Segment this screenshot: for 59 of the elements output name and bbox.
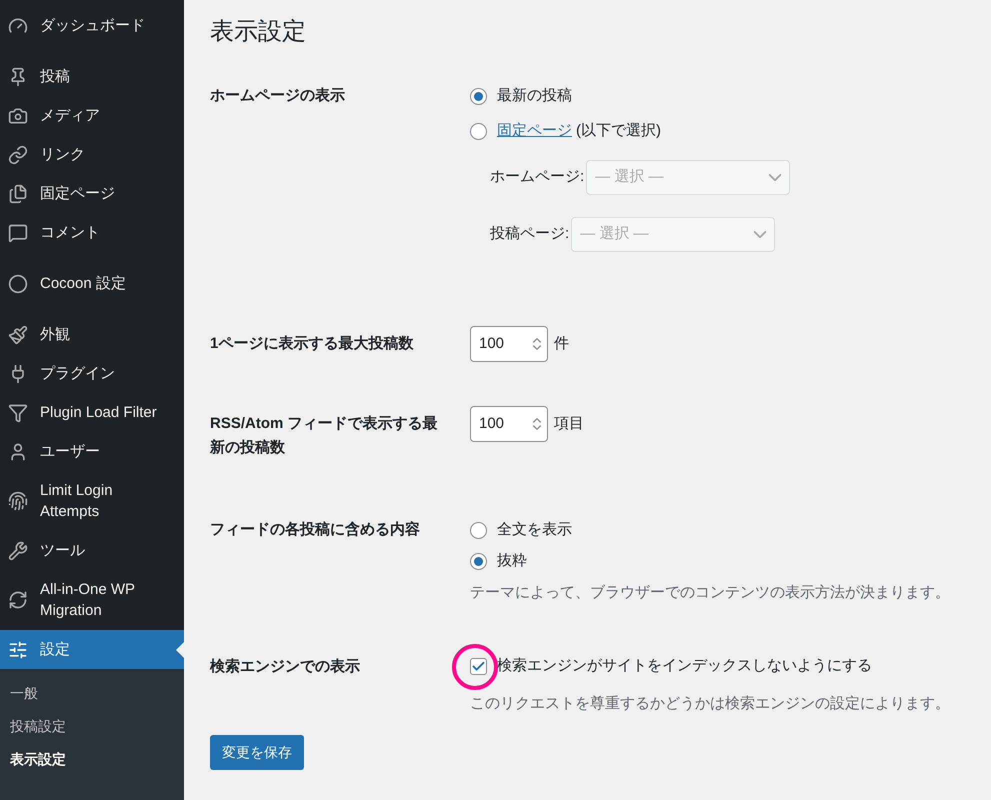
brush-icon bbox=[8, 324, 28, 344]
pages-link[interactable]: 固定ページ bbox=[497, 122, 572, 139]
submenu-item[interactable]: 投稿設定 bbox=[0, 710, 184, 743]
refresh-icon bbox=[8, 590, 28, 610]
menu-item[interactable]: ツール bbox=[0, 531, 184, 570]
setting-label: RSS/Atom フィードで表示する最新の投稿数 bbox=[210, 414, 439, 458]
menu-item[interactable]: 投稿 bbox=[0, 57, 184, 96]
unit-label: 件 bbox=[554, 334, 569, 354]
menu-item[interactable]: コメント bbox=[0, 213, 184, 252]
wrench-icon bbox=[8, 540, 28, 560]
page-title: 表示設定 bbox=[210, 17, 307, 47]
help-text: テーマによって、ブラウザーでのコンテンツの表示方法が決まります。 bbox=[470, 583, 950, 603]
setting-label: 1ページに表示する最大投稿数 bbox=[210, 334, 414, 354]
help-text: このリクエストを尊重するかどうかは検索エンジンの設定によります。 bbox=[470, 694, 950, 714]
menu-item[interactable]: リンク bbox=[0, 135, 184, 174]
radio-label: 抜粋 bbox=[497, 550, 527, 571]
menu-item[interactable]: ユーザー bbox=[0, 432, 184, 471]
number-input[interactable]: 100 bbox=[470, 406, 548, 442]
menu-item[interactable]: プラグイン bbox=[0, 354, 184, 393]
unit-label: 項目 bbox=[554, 414, 584, 434]
menu-item[interactable]: メディア bbox=[0, 96, 184, 135]
gauge-icon bbox=[8, 16, 28, 36]
setting-label: フィードの各投稿に含める内容 bbox=[210, 520, 421, 540]
pages-icon bbox=[8, 184, 28, 204]
chevron-icon bbox=[754, 231, 766, 238]
radio-label: 最新の投稿 bbox=[497, 86, 572, 106]
setting-label: ホームページの表示 bbox=[210, 86, 346, 106]
funnel-icon bbox=[8, 402, 28, 422]
submenu-item[interactable]: 一般 bbox=[0, 677, 184, 710]
menu-item[interactable]: All-in-One WP Migration bbox=[0, 570, 184, 630]
menu-item[interactable]: Cocoon 設定 bbox=[0, 264, 184, 303]
menu-item[interactable]: Plugin Load Filter bbox=[0, 393, 184, 432]
radio-button[interactable] bbox=[470, 552, 487, 570]
menu-item[interactable]: Limit Login Attempts bbox=[0, 471, 184, 531]
number-input[interactable]: 100 bbox=[470, 326, 548, 362]
pointer-icon bbox=[176, 642, 184, 658]
radio-button[interactable] bbox=[470, 88, 487, 104]
menu-item[interactable]: 設定 bbox=[0, 630, 184, 669]
circle-icon bbox=[8, 274, 28, 294]
speech-bubble-icon bbox=[8, 222, 28, 242]
radio-button[interactable] bbox=[470, 522, 487, 538]
checkbox[interactable] bbox=[470, 658, 487, 675]
menu-item[interactable]: 外観 bbox=[0, 315, 184, 354]
checkbox-label: 検索エンジンがサイトをインデックスしないようにする bbox=[497, 656, 872, 676]
setting-label: 検索エンジンでの表示 bbox=[210, 656, 361, 676]
submenu-item[interactable]: 表示設定 bbox=[0, 743, 184, 776]
sliders-icon bbox=[8, 640, 28, 660]
chevron-icon bbox=[769, 174, 782, 181]
radio-label: 固定ページ (以下で選択) bbox=[497, 120, 661, 141]
menu-item[interactable]: 固定ページ bbox=[0, 174, 184, 213]
radio-label: 全文を表示 bbox=[497, 520, 572, 540]
fingerprint-icon bbox=[8, 491, 28, 511]
select-label: 投稿ページ: bbox=[490, 224, 570, 244]
radio-button[interactable] bbox=[470, 122, 487, 140]
link-icon bbox=[8, 144, 28, 164]
save-button[interactable]: 変更を保存 bbox=[210, 735, 304, 770]
menu-item[interactable]: ダッシュボード bbox=[0, 6, 184, 45]
select-label: ホームページ: bbox=[490, 167, 584, 188]
camera-icon bbox=[8, 106, 28, 126]
